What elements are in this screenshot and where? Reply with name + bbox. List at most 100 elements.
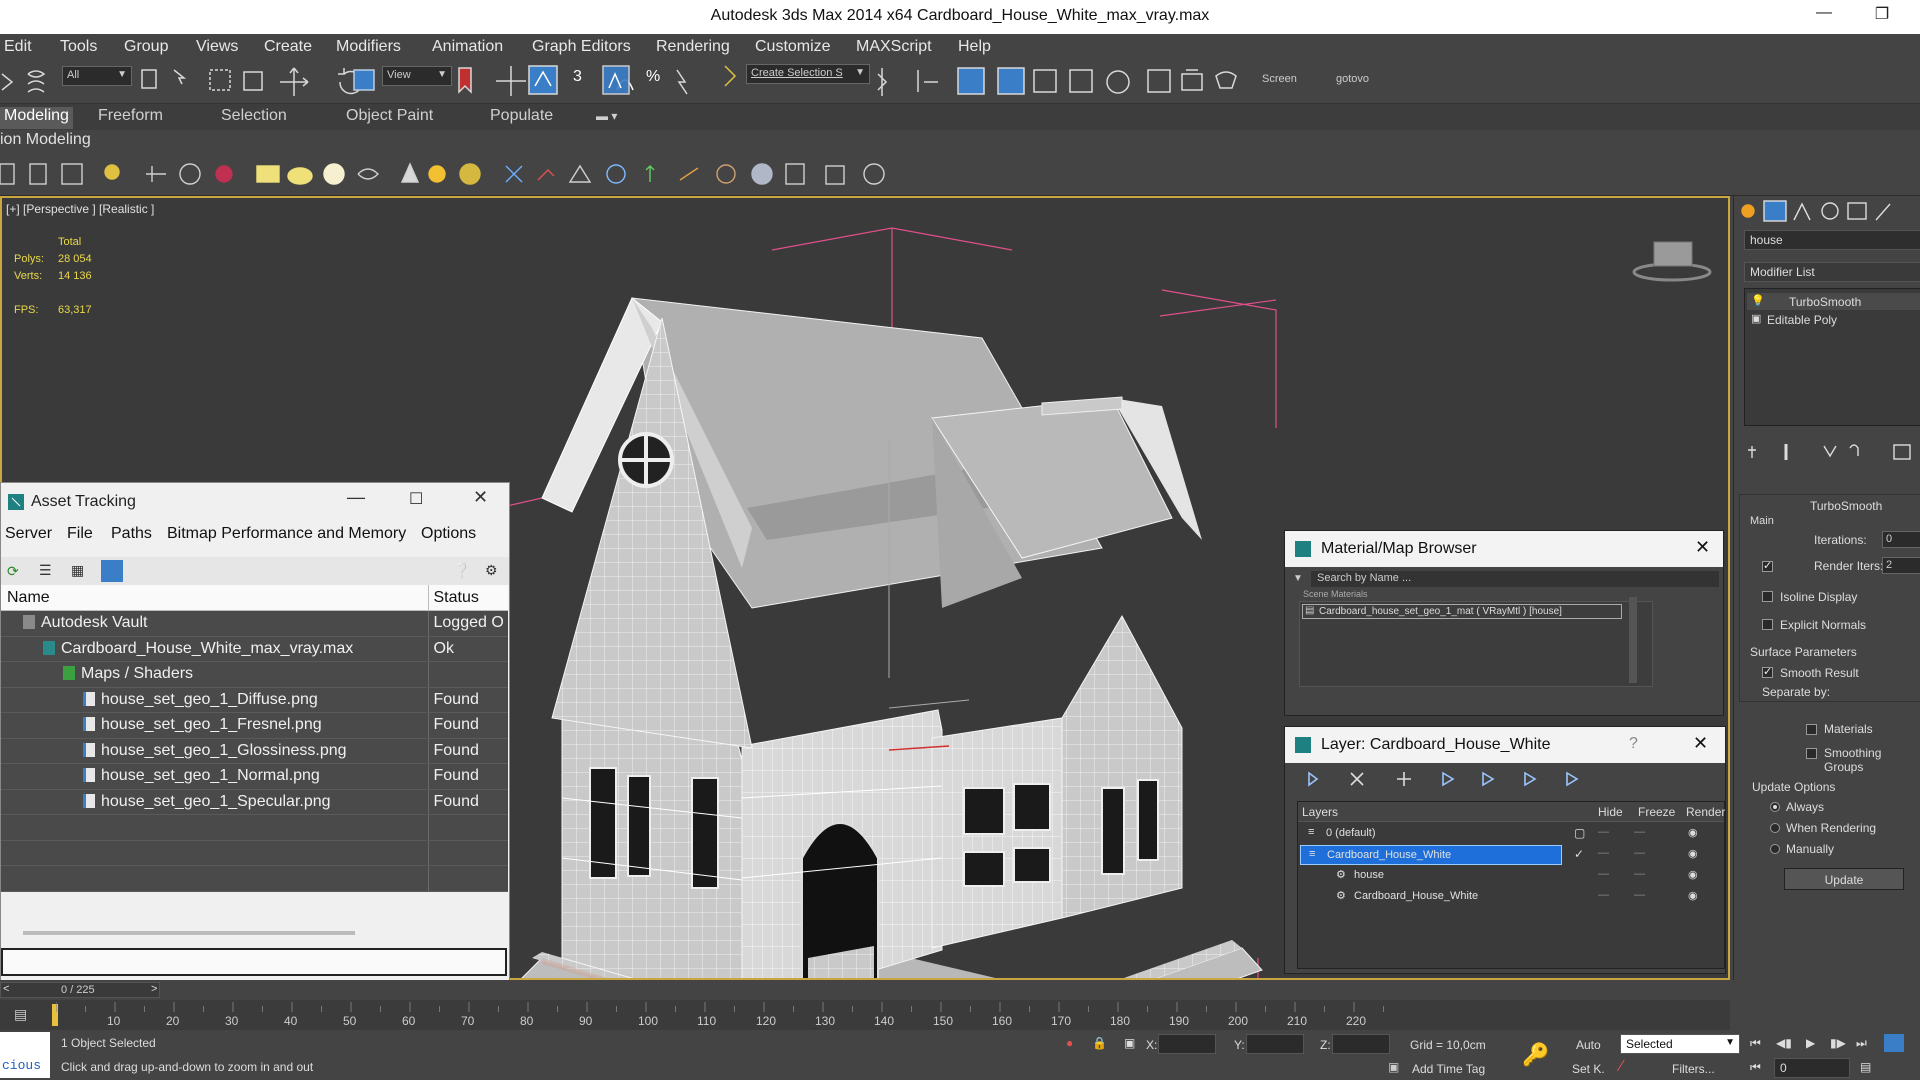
house-model[interactable] [521, 297, 1263, 980]
mini-curve-editor-icon[interactable]: ▤ [14, 1006, 27, 1023]
hide-toggle[interactable]: — [1598, 868, 1609, 880]
highlight-layer-icon[interactable] [1482, 771, 1495, 787]
manually-radio[interactable] [1770, 844, 1780, 854]
tab-freeform[interactable]: Freeform [98, 107, 163, 125]
rendered-frame-window-icon[interactable] [1181, 69, 1203, 91]
stack-item-editable-poly[interactable]: ▣ Editable Poly [1747, 311, 1920, 328]
list-icon[interactable] [29, 163, 47, 185]
smoothing-groups-checkbox[interactable] [1806, 748, 1817, 759]
key-filter-icon[interactable]: ∕ [1620, 1058, 1623, 1076]
asset-name-cell[interactable]: Autodesk Vault [1, 610, 428, 637]
goto-end-icon[interactable]: ⏭ [1856, 1036, 1867, 1051]
pivot-icon[interactable] [458, 67, 472, 94]
menu-tools[interactable]: Tools [60, 38, 97, 56]
viewcube-icon[interactable] [1632, 241, 1712, 282]
menu-maxscript[interactable]: MAXScript [856, 38, 932, 56]
select-manipulate-icon[interactable] [496, 66, 526, 96]
col-name-header[interactable]: Name [1, 585, 428, 611]
asset-menu-bitmap-performance[interactable]: Bitmap Performance and Memory [167, 525, 406, 543]
utilities-tab-icon[interactable] [1875, 203, 1891, 221]
asset-menu-file[interactable]: File [67, 525, 93, 543]
layer-name[interactable]: ≡ Cardboard_House_White [1300, 845, 1562, 865]
key-mode-toggle-icon[interactable] [1884, 1034, 1904, 1052]
teapot-primitive-icon[interactable] [357, 168, 379, 180]
select-in-layer-icon[interactable] [1442, 771, 1455, 787]
menu-rendering[interactable]: Rendering [656, 38, 730, 56]
stack-item-turbosmooth[interactable]: 💡 TurboSmooth [1747, 293, 1920, 310]
goto-start-icon[interactable]: ⏮ [1750, 1036, 1761, 1051]
snap-3d-label[interactable]: 3 [573, 68, 582, 86]
table-row[interactable]: Maps / Shaders [1, 661, 508, 688]
create-layer-icon[interactable] [1308, 771, 1319, 787]
select-object-icon[interactable] [141, 69, 157, 89]
keyboard-shortcut-icon[interactable] [528, 65, 558, 95]
layer-name[interactable]: ⚙ Cardboard_House_White [1328, 887, 1572, 907]
hide-toggle[interactable]: — [1598, 889, 1609, 901]
path-field[interactable] [1, 948, 507, 976]
render-elements-icon[interactable] [785, 163, 805, 185]
material-search-input[interactable]: Search by Name ... [1311, 571, 1719, 587]
sphere-primitive-icon[interactable] [323, 163, 345, 185]
render-teapot-icon[interactable]: ◉ [1688, 826, 1698, 839]
freeze-toggle[interactable]: — [1634, 826, 1645, 838]
asset-name-cell[interactable]: house_set_geo_1_Specular.png [1, 789, 428, 815]
time-slider-prev-icon[interactable]: < [3, 983, 9, 995]
table-row[interactable] [1, 840, 508, 866]
minimize-icon[interactable]: — [347, 487, 365, 508]
menu-animation[interactable]: Animation [432, 38, 503, 56]
table-view-icon[interactable] [101, 560, 123, 582]
key-set-dropdown[interactable]: Selected ▼ [1620, 1034, 1740, 1054]
auto-key-button[interactable]: Auto [1576, 1038, 1601, 1052]
display-tab-icon[interactable] [1847, 202, 1867, 220]
freeze-all-layers-icon[interactable] [1566, 771, 1579, 787]
add-time-tag[interactable]: Add Time Tag [1412, 1062, 1485, 1076]
next-frame-icon[interactable]: ▮▶ [1830, 1036, 1846, 1050]
hair-icon[interactable] [679, 167, 699, 181]
undo-icon[interactable] [1, 73, 14, 91]
asset-menu-server[interactable]: Server [5, 525, 52, 543]
proxy-icon[interactable] [716, 164, 736, 184]
isoline-display-checkbox[interactable] [1762, 591, 1773, 602]
modify-tab-icon[interactable] [1763, 200, 1787, 222]
table-row[interactable]: house_set_geo_1_Fresnel.png Found [1, 712, 508, 739]
layer-manager-icon[interactable] [957, 67, 985, 95]
refresh-icon[interactable]: ⟳ [7, 563, 19, 580]
fur-icon[interactable] [645, 165, 655, 182]
col-render[interactable]: Render [1686, 805, 1725, 819]
dome-light-icon[interactable] [459, 163, 481, 185]
select-by-name-icon[interactable] [173, 69, 187, 85]
table-row[interactable]: house_set_geo_1_Diffuse.png Found [1, 687, 508, 713]
set-key-icon[interactable]: 🔑 [1522, 1042, 1549, 1068]
help-icon[interactable] [863, 163, 885, 185]
time-config-icon[interactable]: ⏮ [1750, 1060, 1761, 1075]
absolute-mode-icon[interactable]: ▣ [1124, 1036, 1135, 1050]
gear-icon[interactable] [606, 164, 626, 184]
settings-icon[interactable]: ⚙ [485, 562, 498, 579]
material-editor-icon[interactable] [1106, 70, 1130, 94]
close-icon[interactable]: ✕ [1693, 733, 1708, 754]
always-radio[interactable] [1770, 802, 1780, 812]
ribbon-toggle-icon[interactable] [997, 67, 1025, 95]
ribbon-panel-title[interactable]: ion Modeling [0, 131, 91, 149]
table-row[interactable] [1, 814, 508, 841]
filters-button[interactable]: Filters... [1672, 1062, 1715, 1076]
active-layer-box-icon[interactable]: ▢ [1574, 826, 1585, 840]
menu-views[interactable]: Views [196, 38, 238, 56]
bulb-icon[interactable]: 💡 [1751, 294, 1765, 307]
hide-toggle[interactable]: — [1598, 847, 1609, 859]
maximize-icon[interactable]: ❐ [1862, 4, 1902, 28]
render-teapot-icon[interactable]: ◉ [1688, 889, 1698, 902]
prev-frame-icon[interactable]: ◀▮ [1776, 1036, 1792, 1050]
track-bar[interactable]: ▤ 10 20 30 40 50 60 70 80 90 100 110 120 130 140 150 16… [0, 1000, 1730, 1030]
y-coord-field[interactable] [1246, 1034, 1304, 1054]
tab-populate[interactable]: Populate [490, 107, 553, 125]
close-icon[interactable]: ✕ [473, 487, 488, 508]
time-configuration-icon[interactable]: ▤ [1860, 1060, 1871, 1074]
cone-primitive-icon[interactable] [400, 162, 420, 183]
asset-menu-paths[interactable]: Paths [111, 525, 152, 543]
hide-toggle[interactable]: — [1598, 826, 1609, 838]
asset-name-cell[interactable]: house_set_geo_1_Glossiness.png [1, 738, 428, 764]
update-button[interactable]: Update [1784, 868, 1904, 890]
mirror-icon[interactable] [877, 68, 888, 96]
col-hide[interactable]: Hide [1598, 805, 1623, 819]
